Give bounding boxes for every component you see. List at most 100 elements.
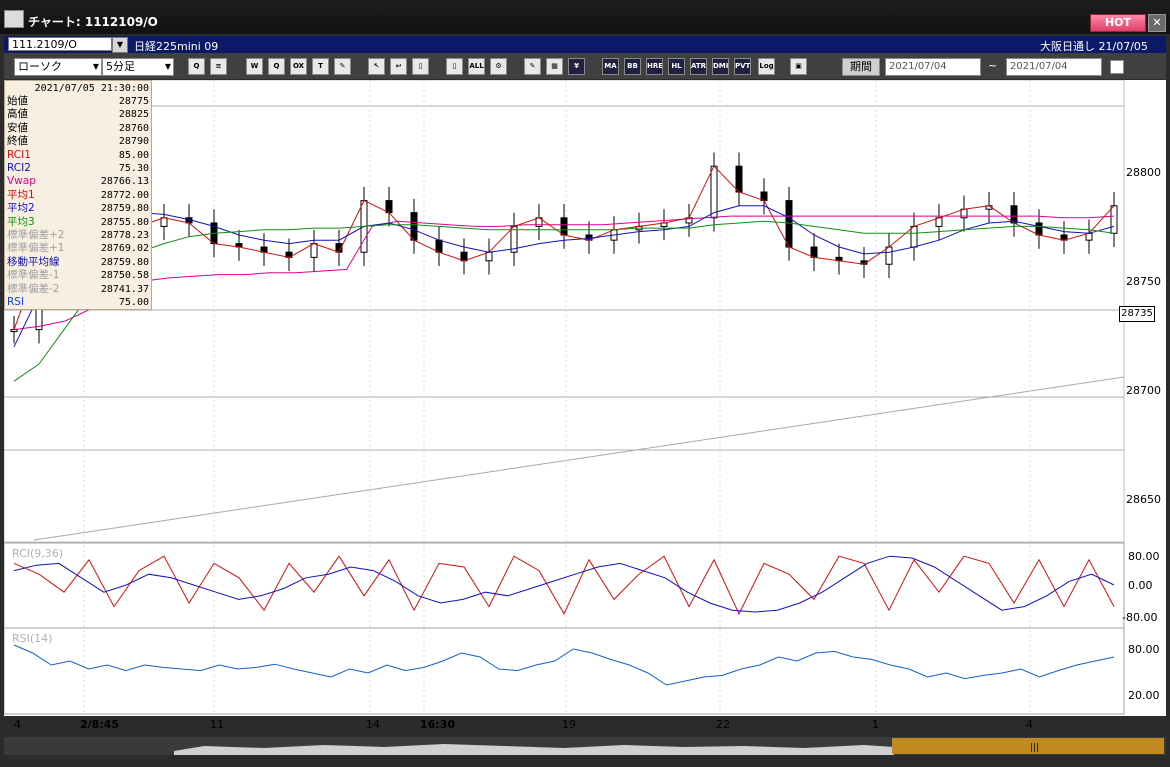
price-axis-label: 28800 (1126, 166, 1161, 179)
toolbar-button-10-icon[interactable]: ▯ (446, 58, 463, 75)
rci-pane (4, 542, 1125, 629)
chart-type-select[interactable]: ローソク ▼ (14, 58, 102, 76)
toolbar-button-16-icon[interactable]: MA (602, 58, 619, 75)
time-scrollbar[interactable]: ||| (4, 737, 1166, 755)
toolbar-button-7-icon[interactable]: ↖ (368, 58, 385, 75)
info-row-value: 28755.80 (100, 216, 149, 228)
candle-body (310, 243, 318, 258)
market-session-label: 大阪日通し 21/07/05 (1040, 40, 1148, 53)
candle-body (810, 246, 818, 258)
info-row-value: 28759.80 (100, 256, 149, 268)
interval-value: 5分足 (106, 60, 135, 73)
toolbar-button-15-icon[interactable]: ¥ (568, 58, 585, 75)
chart-area[interactable] (4, 80, 1166, 716)
scroll-thumb[interactable] (892, 738, 1164, 754)
candle-body (10, 329, 18, 333)
rci-axis-label: -80.00 (1122, 611, 1158, 624)
svg-text:|||: ||| (1030, 743, 1039, 753)
info-row-value: 28766.13 (100, 176, 149, 188)
toolbar-button-0-icon[interactable]: Q (188, 58, 205, 75)
candle-body (885, 246, 893, 265)
info-row-label: 標準偏差-1 (7, 269, 60, 282)
price-axis-label: 28750 (1126, 275, 1161, 288)
info-row: RSI 75.00 (7, 296, 149, 309)
toolbar-button-1-icon[interactable]: ≡ (210, 58, 227, 75)
candle-body (160, 217, 168, 227)
info-row-value: 28825 (118, 109, 149, 121)
toolbar-button-14-icon[interactable]: ▦ (546, 58, 563, 75)
info-row: 標準偏差-2 28741.37 (7, 283, 149, 296)
info-row-value: 28790 (118, 136, 149, 148)
toolbar-button-11-icon[interactable]: ALL (468, 58, 485, 75)
toolbar-button-19-icon[interactable]: HL (668, 58, 685, 75)
info-row-label: 標準偏差+2 (7, 229, 65, 241)
toolbar-button-6-icon[interactable]: ✎ (334, 58, 351, 75)
info-row-label: RSI (7, 296, 25, 308)
toolbar-button-5-icon[interactable]: T (312, 58, 329, 75)
symbol-input[interactable]: 111.2109/O (8, 37, 112, 51)
info-row-value: 28778.23 (100, 230, 149, 241)
period-button[interactable]: 期間 (842, 58, 880, 76)
candle-body (1035, 222, 1043, 236)
chart-svg (4, 80, 1125, 715)
rsi-axis-label: 20.00 (1128, 689, 1160, 702)
candle-body (385, 200, 393, 214)
info-row: 標準偏差+1 28769.02 (7, 242, 149, 255)
price-axis-label: 28700 (1126, 384, 1161, 397)
toolbar-button-22-icon[interactable]: PVT (734, 58, 751, 75)
close-icon[interactable]: ✕ (1148, 14, 1166, 32)
toolbar-button-3-icon[interactable]: Q (268, 58, 285, 75)
toolbar-button-2-icon[interactable]: W (246, 58, 263, 75)
toolbar-button-17-icon[interactable]: BB (624, 58, 641, 75)
candle-body (410, 212, 418, 241)
candle-body (710, 165, 718, 219)
info-row: 平均1 28772.00 (7, 189, 149, 202)
chart-type-value: ローソク (18, 60, 62, 73)
window-title: チャート: 1112109/O (28, 15, 158, 29)
rsi-axis-label: 80.00 (1128, 643, 1160, 656)
status-bar (0, 755, 1170, 767)
toolbar-button-9-icon[interactable]: ▯ (412, 58, 429, 75)
candle-body (910, 225, 918, 248)
toolbar-button-18-icon[interactable]: HRE (646, 58, 663, 75)
candle-body (1010, 205, 1018, 224)
toolbar-button-21-icon[interactable]: DMI (712, 58, 729, 75)
x-axis-label: 11 (210, 718, 224, 731)
chevron-down-icon[interactable]: ▼ (112, 37, 128, 53)
info-row: 標準偏差+2 28778.23 (7, 229, 149, 242)
toolbar-button-12-icon[interactable]: ⚙ (490, 58, 507, 75)
info-row-label: 移動平均線 (7, 255, 60, 268)
info-row-label: RCI2 (7, 162, 31, 174)
toolbar-button-24-icon[interactable]: ▣ (790, 58, 807, 75)
hot-button[interactable]: HOT (1090, 14, 1146, 32)
x-axis-label: 19 (562, 718, 576, 731)
toolbar-button-8-icon[interactable]: ↩ (390, 58, 407, 75)
info-row: 始値 28775 (7, 95, 149, 108)
toolbar-button-4-icon[interactable]: OX (290, 58, 307, 75)
toolbar-button-20-icon[interactable]: ATR (690, 58, 707, 75)
option-checkbox[interactable] (1110, 60, 1124, 74)
interval-select[interactable]: 5分足 ▼ (102, 58, 174, 76)
x-axis-label: 4 (1026, 718, 1033, 731)
candle-body (560, 217, 568, 236)
info-row: RCI1 85.00 (7, 149, 149, 162)
date-from-input[interactable]: 2021/07/04 (885, 58, 981, 76)
title-bar: チャート: 1112109/O HOT ✕ (0, 0, 1170, 34)
info-row: Vwap 28766.13 (7, 175, 149, 188)
toolbar-button-13-icon[interactable]: ✎ (524, 58, 541, 75)
candle-body (460, 251, 468, 262)
info-row-label: Vwap (7, 175, 36, 188)
date-range-separator: ~ (988, 59, 998, 72)
info-row: 終値 28790 (7, 135, 149, 148)
info-row-value: 28759.80 (100, 203, 149, 215)
info-row-value: 85.00 (118, 149, 149, 161)
candle-body (435, 239, 443, 253)
info-datetime: 2021/07/05 21:30:00 (34, 83, 149, 94)
x-axis-label: 14 (366, 718, 380, 731)
date-to-input[interactable]: 2021/07/04 (1006, 58, 1102, 76)
toolbar-button-23-icon[interactable]: Log (758, 58, 775, 75)
x-axis-label: 2/8:45 (80, 718, 120, 731)
info-row-label: 平均2 (7, 202, 35, 215)
info-row-value: 75.00 (118, 297, 149, 308)
info-row: RCI2 75.30 (7, 162, 149, 175)
